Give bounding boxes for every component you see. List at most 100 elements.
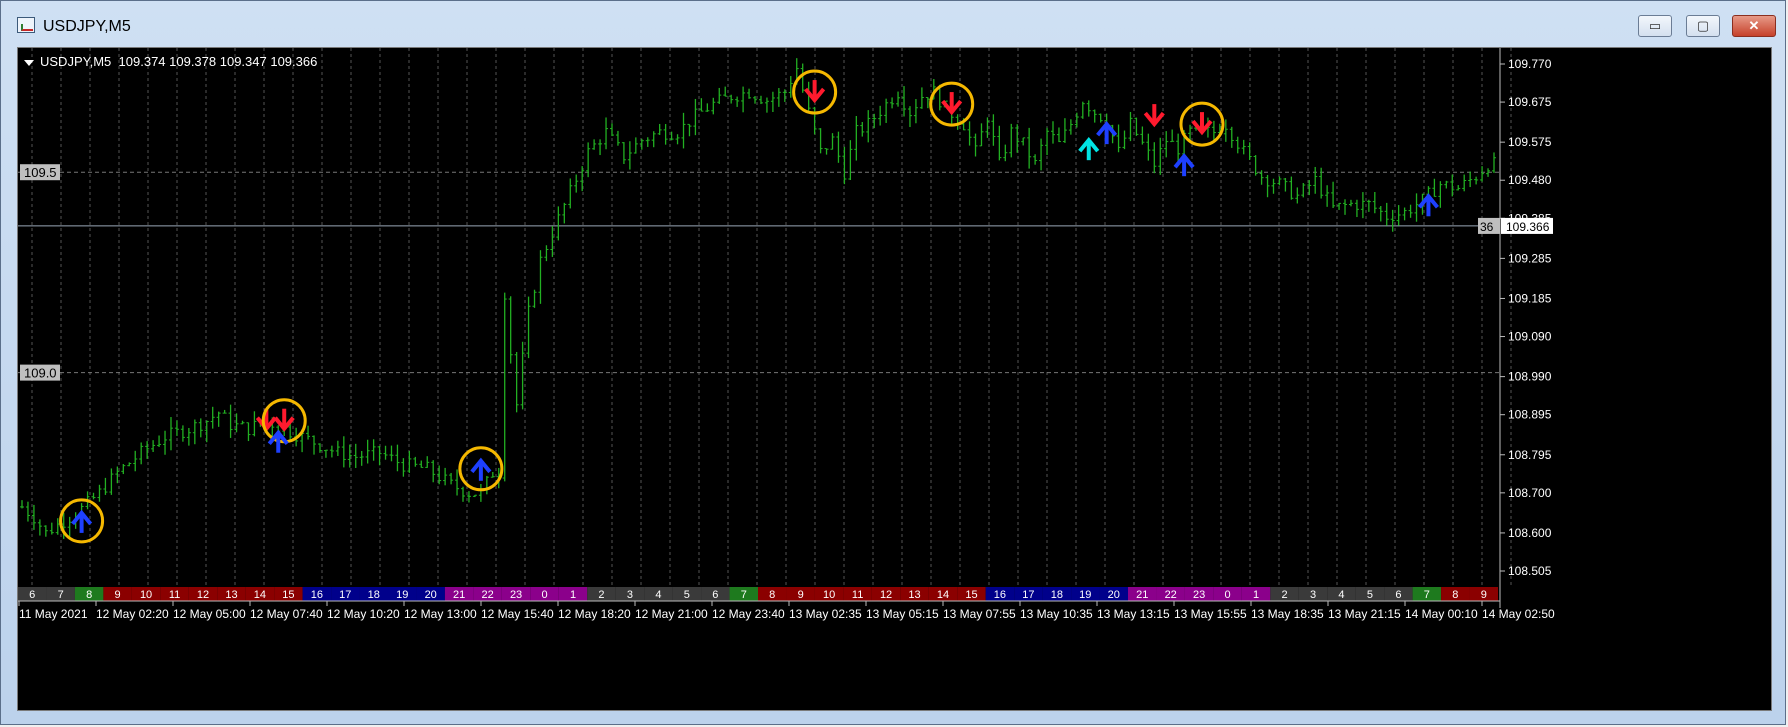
price-axis-label: 108.600 bbox=[1508, 526, 1552, 540]
dropdown-triangle-icon[interactable] bbox=[24, 59, 34, 66]
chart-window: USDJPY,M5 ▭ ▢ ✕ 109.5 109.0 109.770 109.675… bbox=[0, 0, 1786, 725]
title-bar[interactable]: USDJPY,M5 ▭ ▢ ✕ bbox=[1, 1, 1785, 45]
sell-signal-arrow-icon bbox=[941, 92, 963, 116]
hour-strip-label: 22 bbox=[481, 589, 493, 601]
time-axis-label: 12 May 18:20 bbox=[558, 607, 631, 621]
hour-strip-label: 10 bbox=[823, 589, 835, 601]
hour-strip-label: 18 bbox=[1051, 589, 1063, 601]
hour-strip-label: 15 bbox=[282, 589, 294, 601]
chart-window-icon bbox=[17, 17, 35, 33]
time-axis-label: 12 May 13:00 bbox=[404, 607, 477, 621]
price-axis-label: 109.285 bbox=[1508, 251, 1552, 265]
hour-strip-label: 22 bbox=[1165, 589, 1177, 601]
time-axis-label: 12 May 21:00 bbox=[635, 607, 708, 621]
symbol-label: USDJPY,M5 bbox=[40, 54, 112, 69]
price-axis-label: 109.480 bbox=[1508, 173, 1552, 187]
hour-strip-label: 7 bbox=[58, 589, 64, 601]
time-axis-label: 12 May 15:40 bbox=[481, 607, 554, 621]
current-price-left-label: 36 bbox=[1480, 220, 1494, 234]
hour-strip-label: 16 bbox=[994, 589, 1006, 601]
hour-strip-label: 19 bbox=[1079, 589, 1091, 601]
time-axis-label: 13 May 10:35 bbox=[1020, 607, 1093, 621]
window-title: USDJPY,M5 bbox=[43, 18, 131, 35]
hour-strip-label: 19 bbox=[396, 589, 408, 601]
hour-strip-label: 20 bbox=[425, 589, 437, 601]
time-axis-label: 12 May 10:20 bbox=[327, 607, 400, 621]
hour-strip-label: 3 bbox=[1310, 589, 1316, 601]
time-axis-label: 14 May 02:50 bbox=[1482, 607, 1555, 621]
maximize-button[interactable]: ▢ bbox=[1686, 15, 1720, 37]
hour-strip-label: 5 bbox=[1367, 589, 1373, 601]
time-axis-label: 12 May 02:20 bbox=[96, 607, 169, 621]
hour-strip-label: 3 bbox=[627, 589, 633, 601]
hour-strip-label: 2 bbox=[598, 589, 604, 601]
hour-strip-label: 12 bbox=[880, 589, 892, 601]
hour-strip-label: 7 bbox=[741, 589, 747, 601]
buy-signal-arrow-icon bbox=[1078, 137, 1100, 161]
hour-strip-label: 10 bbox=[140, 589, 152, 601]
hour-strip-label: 9 bbox=[115, 589, 121, 601]
sell-signal-arrow-icon bbox=[1143, 104, 1165, 128]
time-axis-label: 12 May 07:40 bbox=[250, 607, 323, 621]
chart-symbol-header: USDJPY,M5 109.374 109.378 109.347 109.36… bbox=[24, 54, 317, 69]
hour-strip-label: 21 bbox=[453, 589, 465, 601]
time-axis-label: 12 May 05:00 bbox=[173, 607, 246, 621]
hour-strip-label: 9 bbox=[798, 589, 804, 601]
hour-strip-label: 4 bbox=[655, 589, 661, 601]
hour-strip-label: 6 bbox=[29, 589, 35, 601]
time-axis-label: 13 May 21:15 bbox=[1328, 607, 1401, 621]
hour-strip-label: 4 bbox=[1338, 589, 1344, 601]
level-label: 109.0 bbox=[24, 366, 57, 381]
time-axis-label: 14 May 00:10 bbox=[1405, 607, 1478, 621]
current-price-label: 109.366 bbox=[1506, 220, 1550, 234]
close-button[interactable]: ✕ bbox=[1732, 15, 1776, 37]
hour-strip-label: 8 bbox=[1452, 589, 1458, 601]
hour-strip-label: 15 bbox=[965, 589, 977, 601]
hour-strip-label: 6 bbox=[712, 589, 718, 601]
hour-strip-label: 5 bbox=[684, 589, 690, 601]
price-axis-label: 108.700 bbox=[1508, 486, 1552, 500]
hour-strip-label: 11 bbox=[169, 589, 180, 601]
time-axis-label: 13 May 05:15 bbox=[866, 607, 939, 621]
hour-strip-label: 14 bbox=[937, 589, 949, 601]
hour-strip-label: 6 bbox=[1395, 589, 1401, 601]
hour-strip-label: 0 bbox=[541, 589, 547, 601]
time-axis-label: 13 May 13:15 bbox=[1097, 607, 1170, 621]
price-axis-label: 109.675 bbox=[1508, 95, 1552, 109]
hour-strip-label: 9 bbox=[1481, 589, 1487, 601]
minimize-button[interactable]: ▭ bbox=[1638, 15, 1672, 37]
chart-canvas[interactable]: 109.5109.0109.770109.675109.575109.48010… bbox=[18, 48, 1771, 710]
hour-strip-label: 20 bbox=[1108, 589, 1120, 601]
hour-strip-label: 17 bbox=[339, 589, 351, 601]
price-axis-label: 108.795 bbox=[1508, 448, 1552, 462]
hour-strip-label: 1 bbox=[1253, 589, 1259, 601]
time-axis-label: 13 May 07:55 bbox=[943, 607, 1016, 621]
price-axis-label: 108.895 bbox=[1508, 408, 1552, 422]
hour-strip-label: 14 bbox=[254, 589, 266, 601]
time-axis-label: 12 May 23:40 bbox=[712, 607, 785, 621]
price-axis-label: 109.575 bbox=[1508, 135, 1552, 149]
ohlc-values: 109.374 109.378 109.347 109.366 bbox=[118, 54, 318, 69]
hour-strip-label: 13 bbox=[908, 589, 920, 601]
price-chart[interactable]: 109.5 109.0 109.770 109.675 109.575 109.480 10… bbox=[17, 47, 1772, 711]
hour-strip-label: 23 bbox=[1193, 589, 1205, 601]
hour-strip-label: 1 bbox=[570, 589, 576, 601]
price-axis-label: 108.990 bbox=[1508, 370, 1552, 384]
time-axis-label: 13 May 18:35 bbox=[1251, 607, 1324, 621]
hour-strip-label: 17 bbox=[1022, 589, 1034, 601]
hour-strip-label: 7 bbox=[1424, 589, 1430, 601]
time-axis-label: 13 May 15:55 bbox=[1174, 607, 1247, 621]
level-label: 109.5 bbox=[24, 165, 57, 180]
hour-strip-label: 2 bbox=[1281, 589, 1287, 601]
hour-strip-label: 23 bbox=[510, 589, 522, 601]
hour-strip-label: 18 bbox=[368, 589, 380, 601]
hour-strip-label: 8 bbox=[86, 589, 92, 601]
hour-strip-label: 13 bbox=[225, 589, 237, 601]
hour-strip-label: 16 bbox=[311, 589, 323, 601]
price-axis-label: 108.505 bbox=[1508, 564, 1552, 578]
hour-strip-label: 12 bbox=[197, 589, 209, 601]
price-axis-label: 109.185 bbox=[1508, 291, 1552, 305]
hour-strip-label: 21 bbox=[1136, 589, 1148, 601]
price-axis-label: 109.090 bbox=[1508, 330, 1552, 344]
time-axis-label: 13 May 02:35 bbox=[789, 607, 862, 621]
